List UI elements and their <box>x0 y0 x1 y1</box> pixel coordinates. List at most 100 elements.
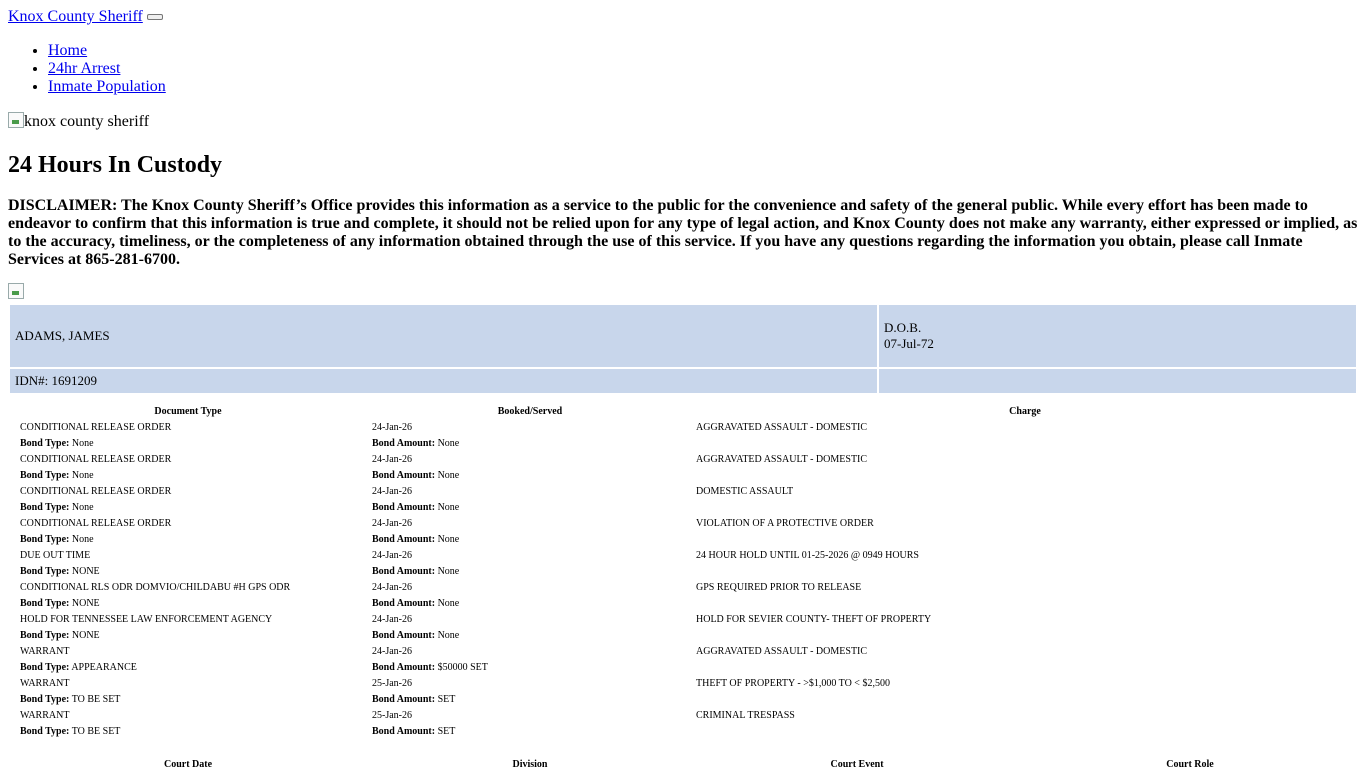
idn-value: IDN#: 1691209 <box>15 373 97 388</box>
bond-amount-cell: Bond Amount: None <box>368 499 692 515</box>
brand-link[interactable]: Knox County Sheriff <box>8 8 143 25</box>
bond-amount-value: None <box>437 565 460 577</box>
bond-row: Bond Type: None Bond Amount: None <box>8 499 1358 515</box>
empty-cell <box>692 531 1358 547</box>
bond-amount-cell: Bond Amount: SET <box>368 723 692 739</box>
bond-type-label: Bond Type: <box>20 469 70 481</box>
booked-date-cell: 25-Jan-26 <box>372 677 412 689</box>
charge-cell: 24 HOUR HOLD UNTIL 01-25-2026 @ 0949 HOU… <box>696 549 919 561</box>
person-table: ADAMS, JAMES D.O.B. 07-Jul-72 IDN#: 1691… <box>8 303 1358 395</box>
booked-date-cell: 24-Jan-26 <box>372 517 412 529</box>
bond-type-label: Bond Type: <box>20 533 70 545</box>
bond-type-cell: Bond Type: TO BE SET <box>8 723 368 739</box>
document-type-cell: DUE OUT TIME <box>20 549 91 561</box>
column-header-court-role: Court Role <box>1166 758 1214 770</box>
booked-date-cell: 24-Jan-26 <box>372 613 412 625</box>
charge-row: CONDITIONAL RELEASE ORDER 24-Jan-26 AGGRAV… <box>8 451 1358 467</box>
logo-image: knox county sheriff <box>8 112 149 130</box>
bond-amount-cell: Bond Amount: None <box>368 563 692 579</box>
bond-type-value: NONE <box>71 629 100 641</box>
bond-type-label: Bond Type: <box>20 661 70 673</box>
booked-date-cell: 25-Jan-26 <box>372 709 412 721</box>
charge-row: CONDITIONAL RELEASE ORDER 24-Jan-26 VIOLAT… <box>8 515 1358 531</box>
bond-type-value: None <box>71 437 94 449</box>
bond-amount-label: Bond Amount: <box>372 501 436 513</box>
empty-cell <box>692 563 1358 579</box>
bond-type-cell: Bond Type: TO BE SET <box>8 691 368 707</box>
bond-amount-value: None <box>437 597 460 609</box>
bond-type-label: Bond Type: <box>20 725 70 737</box>
bond-amount-cell: Bond Amount: SET <box>368 691 692 707</box>
bond-type-value: APPEARANCE <box>71 661 137 673</box>
bond-amount-label: Bond Amount: <box>372 469 436 481</box>
bond-row: Bond Type: NONE Bond Amount: None <box>8 595 1358 611</box>
column-header-charge: Charge <box>1009 405 1041 417</box>
court-table: Court Date Division Court Event Court Ro… <box>8 756 1358 772</box>
bond-row: Bond Type: NONE Bond Amount: None <box>8 563 1358 579</box>
document-type-cell: HOLD FOR TENNESSEE LAW ENFORCEMENT AGENC… <box>20 613 273 625</box>
column-header-booked-served: Booked/Served <box>497 405 563 417</box>
bond-type-value: None <box>71 501 94 513</box>
empty-cell <box>692 659 1358 675</box>
bond-amount-value: SET <box>437 693 456 705</box>
broken-image-icon <box>8 112 24 128</box>
bond-row: Bond Type: TO BE SET Bond Amount: SET <box>8 691 1358 707</box>
booked-date-cell: 24-Jan-26 <box>372 453 412 465</box>
nav-link-inmate-population[interactable]: Inmate Population <box>48 78 166 95</box>
charge-cell: GPS REQUIRED PRIOR TO RELEASE <box>696 581 862 593</box>
bond-type-label: Bond Type: <box>20 597 70 609</box>
bond-amount-label: Bond Amount: <box>372 629 436 641</box>
charges-table: Document Type Booked/Served Charge CONDI… <box>8 403 1358 739</box>
charge-cell: AGGRAVATED ASSAULT - DOMESTIC <box>696 421 868 433</box>
bond-amount-label: Bond Amount: <box>372 437 436 449</box>
document-type-cell: WARRANT <box>20 677 70 689</box>
bond-type-label: Bond Type: <box>20 565 70 577</box>
nav-item-home: Home <box>48 42 166 60</box>
nav-menu: Home 24hr Arrest Inmate Population <box>8 42 166 96</box>
booked-date-cell: 24-Jan-26 <box>372 549 412 561</box>
charge-cell: HOLD FOR SEVIER COUNTY- THEFT OF PROPERT… <box>696 613 932 625</box>
charge-row: WARRANT 25-Jan-26 CRIMINAL TRESPASS <box>8 707 1358 723</box>
bond-type-cell: Bond Type: NONE <box>8 563 368 579</box>
bond-row: Bond Type: APPEARANCE Bond Amount: $50000… <box>8 659 1358 675</box>
empty-cell <box>692 627 1358 643</box>
column-header-court-event: Court Event <box>830 758 884 770</box>
bond-amount-value: None <box>437 501 460 513</box>
booked-date-cell: 24-Jan-26 <box>372 485 412 497</box>
bond-type-cell: Bond Type: None <box>8 499 368 515</box>
charge-cell: VIOLATION OF A PROTECTIVE ORDER <box>696 517 874 529</box>
nav-link-home[interactable]: Home <box>48 42 87 59</box>
bond-amount-value: None <box>437 437 460 449</box>
bond-amount-cell: Bond Amount: None <box>368 595 692 611</box>
bond-type-value: NONE <box>71 597 100 609</box>
document-type-cell: CONDITIONAL RLS ODR DOMVIO/CHILDABU #H G… <box>20 581 291 593</box>
navbar-toggle-button[interactable] <box>146 14 163 21</box>
bond-amount-cell: Bond Amount: None <box>368 435 692 451</box>
charge-row: HOLD FOR TENNESSEE LAW ENFORCEMENT AGENC… <box>8 611 1358 627</box>
nav-link-24hr-arrest[interactable]: 24hr Arrest <box>48 60 120 77</box>
bond-amount-label: Bond Amount: <box>372 661 436 673</box>
empty-cell <box>692 691 1358 707</box>
bond-row: Bond Type: TO BE SET Bond Amount: SET <box>8 723 1358 739</box>
navbar: Knox County Sheriff <box>8 8 163 28</box>
empty-cell <box>692 595 1358 611</box>
bond-type-cell: Bond Type: None <box>8 531 368 547</box>
bond-amount-value: None <box>437 533 460 545</box>
bond-amount-cell: Bond Amount: None <box>368 627 692 643</box>
column-header-court-date: Court Date <box>163 758 213 770</box>
dob-label: D.O.B. <box>884 320 922 335</box>
bond-type-value: None <box>71 469 94 481</box>
booked-date-cell: 24-Jan-26 <box>372 421 412 433</box>
charge-row: CONDITIONAL RELEASE ORDER 24-Jan-26 AGGRAV… <box>8 419 1358 435</box>
charges-body: CONDITIONAL RELEASE ORDER 24-Jan-26 AGGRAV… <box>8 419 1358 739</box>
column-header-document-type: Document Type <box>154 405 222 417</box>
bond-amount-value: $50000 SET <box>437 661 488 673</box>
charge-cell: DOMESTIC ASSAULT <box>696 485 794 497</box>
empty-cell <box>879 369 1356 393</box>
bond-amount-label: Bond Amount: <box>372 533 436 545</box>
charge-cell: AGGRAVATED ASSAULT - DOMESTIC <box>696 453 868 465</box>
bond-row: Bond Type: NONE Bond Amount: None <box>8 627 1358 643</box>
charge-row: DUE OUT TIME 24-Jan-26 24 HOUR HOLD UNTIL … <box>8 547 1358 563</box>
bond-amount-cell: Bond Amount: None <box>368 531 692 547</box>
bond-amount-label: Bond Amount: <box>372 597 436 609</box>
